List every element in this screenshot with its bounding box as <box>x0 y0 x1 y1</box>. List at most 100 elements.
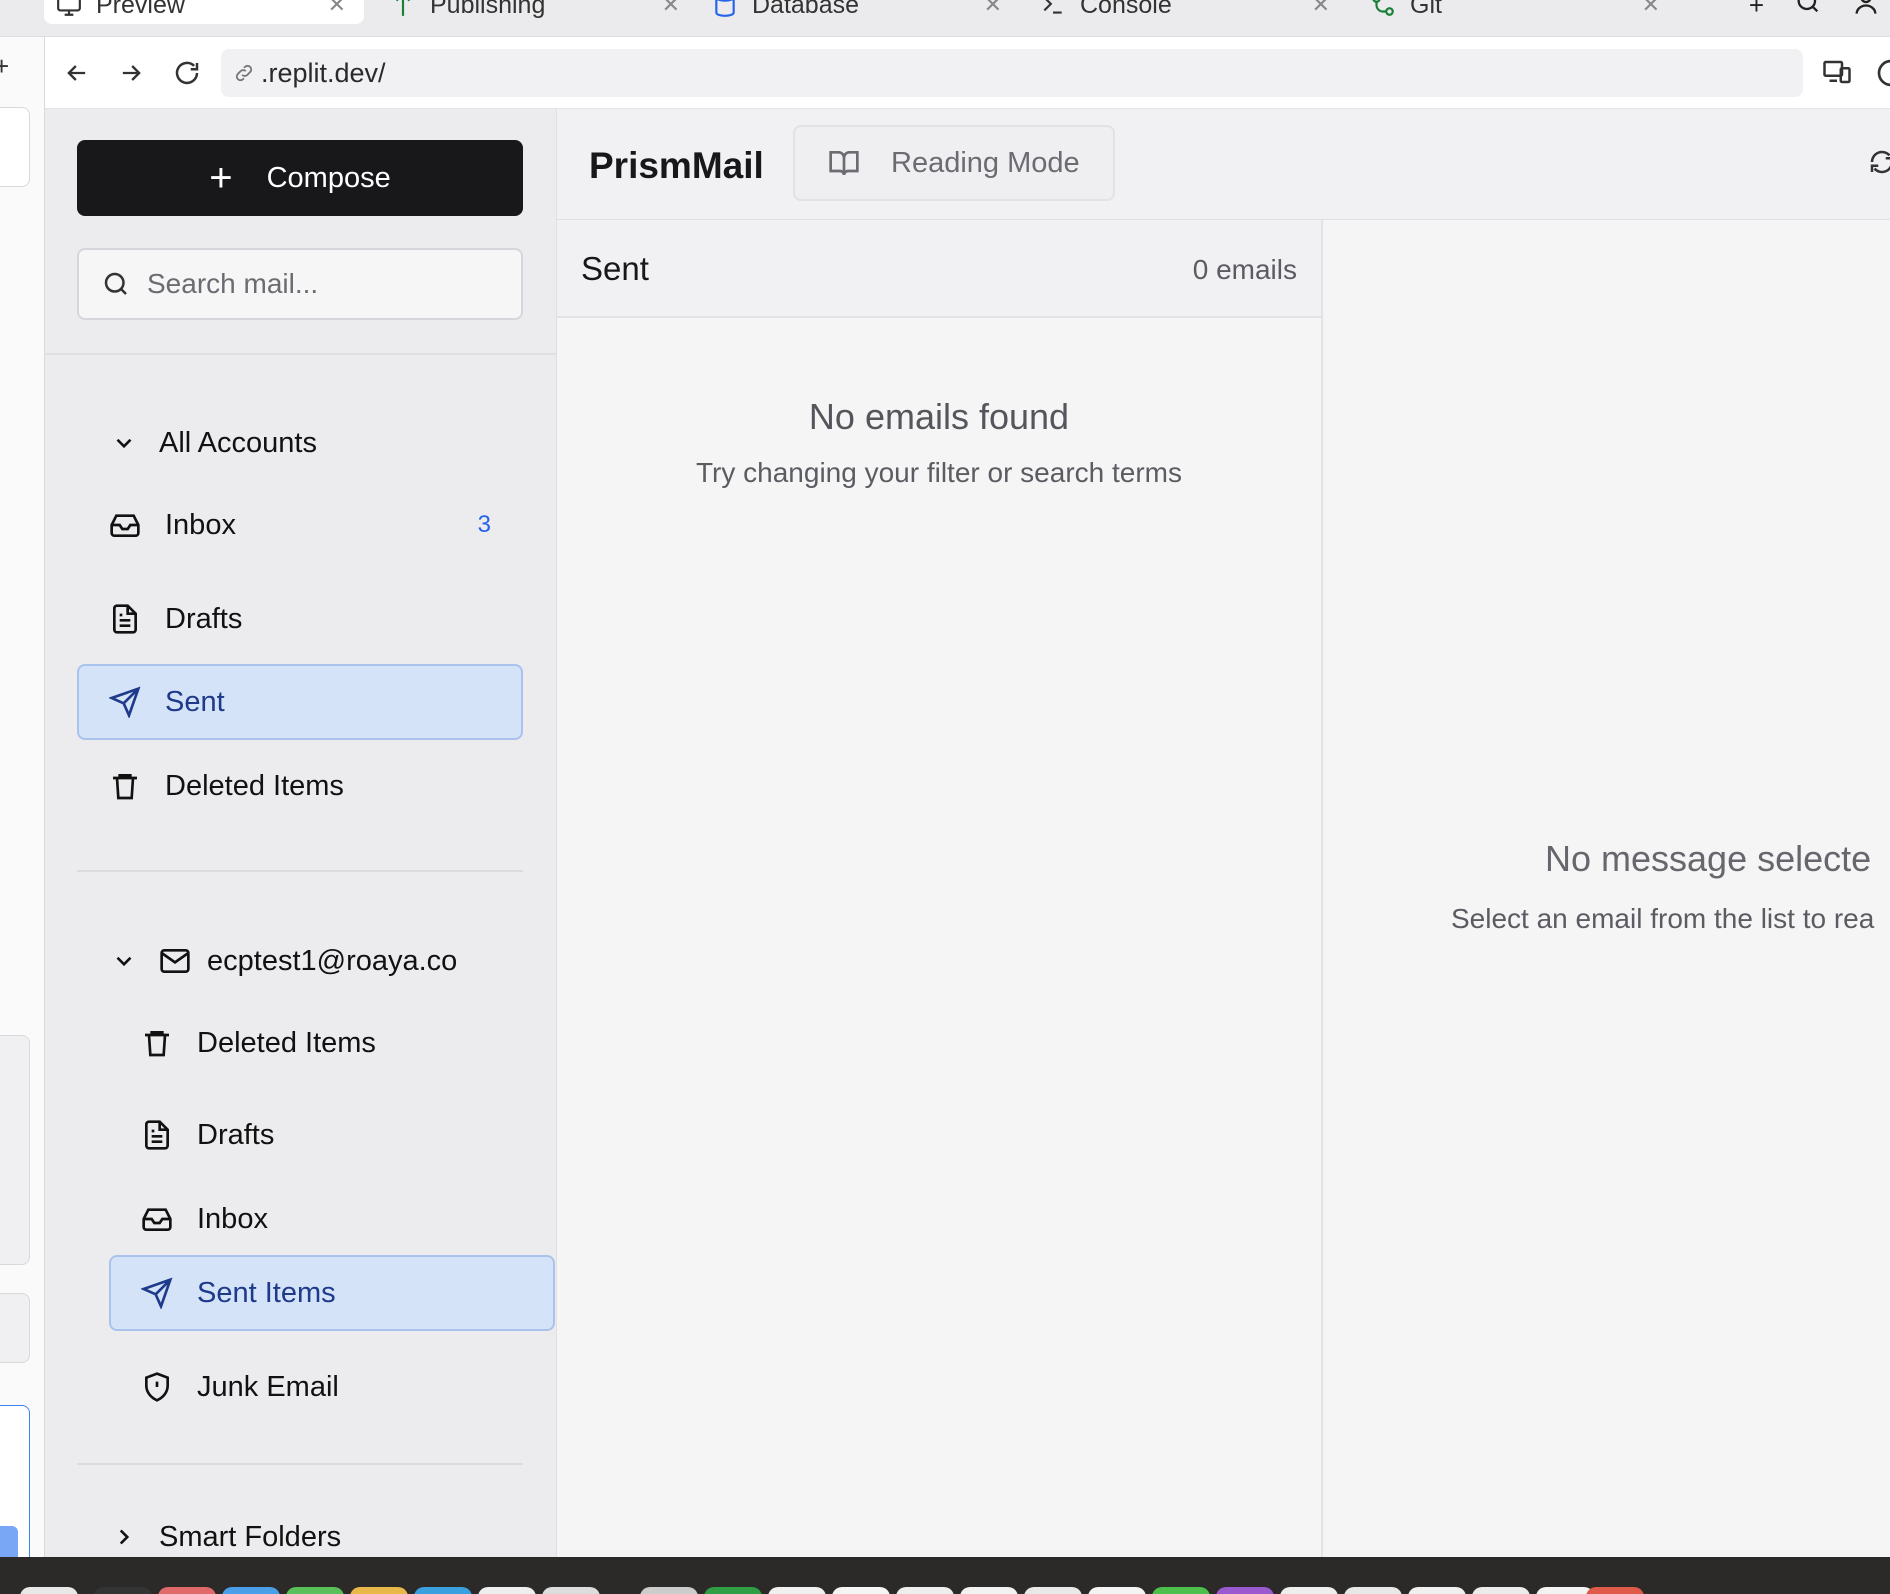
compose-button[interactable]: + Compose <box>77 140 523 216</box>
dock-app-icon[interactable] <box>896 1587 954 1594</box>
dock-app-icon[interactable] <box>832 1587 890 1594</box>
folder-sent[interactable]: Sent <box>77 664 523 740</box>
tab-database[interactable]: Database ✕ <box>712 0 1002 24</box>
close-icon[interactable]: ✕ <box>1312 0 1330 18</box>
all-accounts-toggle[interactable]: All Accounts <box>111 423 317 463</box>
email-count: 0 emails <box>1192 254 1297 285</box>
plus-icon: + <box>209 156 233 200</box>
unread-count-badge: 3 <box>477 511 491 538</box>
dock-app-icon[interactable] <box>1024 1587 1082 1594</box>
new-file-icon[interactable]: + <box>0 51 9 82</box>
monitor-icon <box>56 0 82 18</box>
search-icon <box>104 272 127 295</box>
close-icon[interactable]: ✕ <box>1642 0 1660 18</box>
account-folder-junk-email[interactable]: Junk Email <box>109 1349 523 1425</box>
email-list-header: Sent 0 emails <box>557 220 1321 318</box>
close-icon[interactable]: ✕ <box>328 0 346 18</box>
tab-console[interactable]: Console ✕ <box>1040 0 1330 24</box>
dock-app-icon[interactable] <box>20 1587 78 1594</box>
url-field[interactable]: .replit.dev/ <box>221 49 1803 97</box>
dock-app-icon[interactable] <box>1088 1587 1146 1594</box>
user-icon[interactable] <box>1852 0 1880 23</box>
send-icon <box>141 1277 173 1309</box>
close-icon[interactable]: ✕ <box>984 0 1002 18</box>
terminal-icon <box>1040 0 1066 18</box>
dock-app-icon[interactable] <box>158 1587 216 1594</box>
no-message-subtitle: Select an email from the list to rea <box>1451 903 1875 934</box>
tab-preview[interactable]: Preview ✕ <box>44 0 364 24</box>
app-brand: PrismMail <box>589 145 764 186</box>
dock-app-icon[interactable] <box>1216 1587 1274 1594</box>
folder-label: Drafts <box>165 602 243 635</box>
dock-app-icon[interactable] <box>350 1587 408 1594</box>
side-panel-card[interactable] <box>0 107 30 187</box>
dock-app-icon[interactable] <box>1586 1587 1644 1594</box>
smart-folders-toggle[interactable]: Smart Folders <box>111 1517 341 1557</box>
account-folder-drafts[interactable]: Drafts <box>109 1097 523 1173</box>
reload-icon[interactable] <box>171 57 203 89</box>
git-icon <box>1370 0 1396 18</box>
dock-app-icon[interactable] <box>768 1587 826 1594</box>
dock-app-icon[interactable] <box>1472 1587 1530 1594</box>
folder-inbox[interactable]: Inbox 3 <box>77 487 523 563</box>
dock-app-icon[interactable] <box>286 1587 344 1594</box>
account-email: ecptest1@roaya.co <box>207 944 458 977</box>
reading-mode-button[interactable]: Reading Mode <box>793 125 1115 201</box>
devices-icon[interactable] <box>1821 57 1853 87</box>
back-arrow-icon[interactable] <box>61 57 93 89</box>
dock-app-icon[interactable] <box>960 1587 1018 1594</box>
account-folder-sent-items[interactable]: Sent Items <box>109 1255 555 1331</box>
dock <box>0 1557 1890 1594</box>
dock-app-icon[interactable] <box>1344 1587 1402 1594</box>
inbox-icon <box>109 509 141 541</box>
palette-icon[interactable] <box>1875 57 1890 89</box>
dock-app-icon[interactable] <box>1536 1587 1594 1594</box>
dock-app-icon[interactable] <box>542 1587 600 1594</box>
divider <box>77 870 523 872</box>
link-icon <box>235 64 253 82</box>
folder-drafts[interactable]: Drafts <box>77 581 523 657</box>
tab-label: Publishing <box>430 0 546 19</box>
dock-app-icon[interactable] <box>640 1587 698 1594</box>
forward-arrow-icon[interactable] <box>115 57 147 89</box>
smart-folders-label: Smart Folders <box>159 1520 342 1553</box>
folder-label: Deleted Items <box>165 769 344 802</box>
tab-git[interactable]: Git ✕ <box>1370 0 1660 24</box>
chevron-down-icon <box>116 956 132 967</box>
trash-icon <box>141 1027 173 1059</box>
dock-app-icon[interactable] <box>94 1587 152 1594</box>
tab-label: Git <box>1410 0 1442 19</box>
dock-app-icon[interactable] <box>1408 1587 1466 1594</box>
dock-app-icon[interactable] <box>704 1587 762 1594</box>
dock-app-icon[interactable] <box>1152 1587 1210 1594</box>
refresh-icon[interactable] <box>1867 145 1890 179</box>
compose-label: Compose <box>266 161 391 194</box>
url-text: .replit.dev/ <box>261 57 386 88</box>
folder-label: Sent Items <box>197 1276 336 1309</box>
browser-tab-strip: Preview ✕ Publishing ✕ Database ✕ Consol… <box>0 0 1890 37</box>
search-icon[interactable] <box>1794 0 1822 23</box>
book-open-icon <box>829 151 859 176</box>
database-icon <box>712 0 738 18</box>
dock-app-icon[interactable] <box>222 1587 280 1594</box>
dock-app-icon[interactable] <box>1280 1587 1338 1594</box>
email-list-pane: Sent 0 emails No emails found Try changi… <box>557 220 1323 1557</box>
close-icon[interactable]: ✕ <box>662 0 680 18</box>
folder-deleted-items[interactable]: Deleted Items <box>77 748 523 824</box>
account-folder-inbox[interactable]: Inbox <box>109 1181 523 1257</box>
list-folder-title: Sent <box>581 250 649 287</box>
tab-label: Database <box>752 0 860 19</box>
mail-icon <box>160 949 190 973</box>
search-input[interactable] <box>147 268 507 300</box>
tab-publishing[interactable]: Publishing ✕ <box>390 0 680 24</box>
account-toggle[interactable]: ecptest1@roaya.co <box>111 941 457 981</box>
empty-list-title: No emails found <box>808 396 1070 437</box>
new-tab-icon[interactable]: + <box>1749 0 1764 21</box>
side-panel-edge: + <box>0 37 44 1591</box>
folder-label: Drafts <box>197 1118 275 1151</box>
search-box[interactable] <box>77 248 523 320</box>
dock-app-icon[interactable] <box>478 1587 536 1594</box>
sidebar: + Compose All Accounts Inbox 3 <box>45 109 557 1557</box>
dock-app-icon[interactable] <box>414 1587 472 1594</box>
account-folder-deleted-items[interactable]: Deleted Items <box>109 1005 523 1081</box>
